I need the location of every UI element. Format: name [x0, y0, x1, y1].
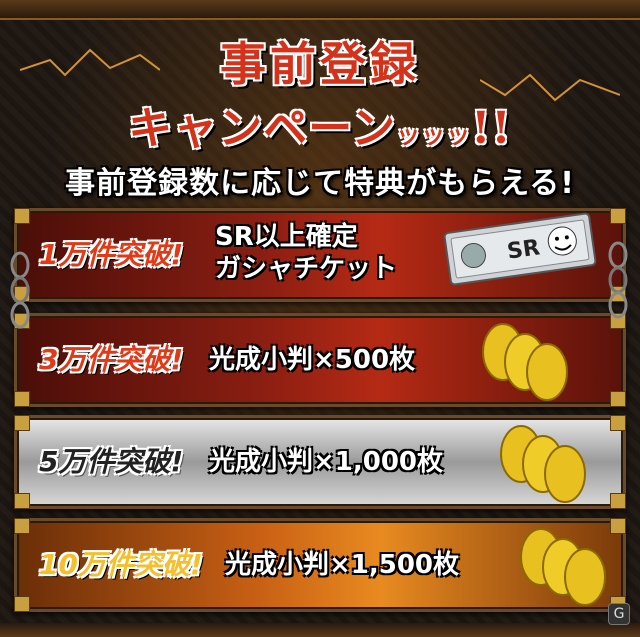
reward-text: 光成小判×1,000枚 — [209, 447, 444, 477]
frame-corner — [610, 208, 626, 224]
campaign-title: 事前登録 キャンペーンッッッ!! — [0, 28, 640, 156]
koban-coins-icon — [500, 425, 586, 503]
site-logo-icon: G — [608, 603, 630, 625]
milestone-label: 1万件突破! — [39, 238, 184, 271]
koban-coins-icon — [482, 323, 568, 401]
frame-corner — [14, 596, 30, 612]
frame-corner — [610, 493, 626, 509]
frame-corner — [14, 415, 30, 431]
campaign-banner: 事前登録 キャンペーンッッッ!! 事前登録数に応じて特典がもらえる! 1万件突破… — [0, 0, 640, 637]
reward-line-2: ガシャチケット — [215, 254, 398, 284]
milestone-label: 3万件突破! — [39, 343, 184, 376]
title-line-1: 事前登録 — [220, 37, 420, 91]
frame-corner — [610, 415, 626, 431]
subtitle: 事前登録数に応じて特典がもらえる! — [65, 166, 575, 201]
milestone-label: 5万件突破! — [39, 445, 184, 478]
top-frame — [0, 0, 640, 20]
reward-row-4: 10万件突破! 光成小判×1,500枚 — [14, 518, 626, 612]
reward-row-2: 3万件突破! 光成小判×500枚 — [14, 313, 626, 407]
frame-corner — [14, 493, 30, 509]
frame-corner — [14, 518, 30, 534]
gacha-ticket-icon: SR — [443, 212, 597, 286]
bottom-frame — [0, 623, 640, 637]
title-exclaim: !! — [471, 103, 512, 154]
chain-icon — [10, 251, 30, 329]
reward-text: SR以上確定 ガシャチケット — [215, 221, 397, 285]
frame-corner — [14, 391, 30, 407]
title-line-2: キャンペーンッッッ!! — [0, 92, 640, 156]
reward-text: 光成小判×500枚 — [209, 345, 416, 375]
chain-icon — [608, 241, 628, 319]
title-small: ッッッ — [396, 120, 472, 149]
frame-corner — [610, 391, 626, 407]
reward-text: 光成小判×1,500枚 — [225, 550, 460, 580]
title-main: キャンペーン — [128, 103, 397, 154]
reward-line-1: SR以上確定 — [215, 222, 358, 252]
reward-row-3: 5万件突破! 光成小判×1,000枚 — [14, 415, 626, 509]
ticket-label: SR — [506, 235, 542, 264]
koban-coins-icon — [520, 528, 606, 606]
reward-row-1: 1万件突破! SR以上確定 ガシャチケット SR — [14, 208, 626, 302]
milestone-label: 10万件突破! — [39, 548, 203, 581]
frame-corner — [14, 208, 30, 224]
